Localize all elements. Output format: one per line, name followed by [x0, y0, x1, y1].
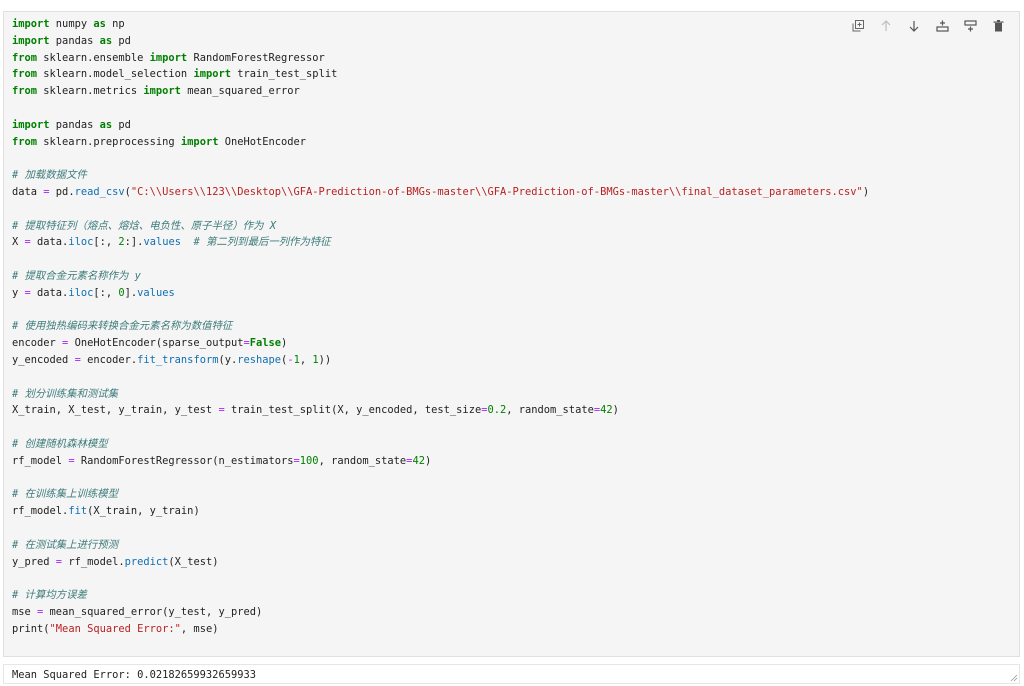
code-line: from sklearn.model_selection import trai…	[12, 68, 338, 81]
code-editor[interactable]: import numpy as np import pandas as pd f…	[12, 16, 869, 637]
code-line: # 提取合金元素名称作为 y	[12, 269, 141, 282]
move-down-icon[interactable]	[903, 16, 925, 36]
code-line: y = data.iloc[:, 0].values	[12, 286, 175, 299]
resize-grip-icon[interactable]	[1010, 674, 1018, 682]
code-line: # 计算均方误差	[12, 589, 87, 602]
code-line: # 提取特征列（熔点、熔焓、电负性、原子半径）作为 X	[12, 219, 277, 232]
code-line: encoder = OneHotEncoder(sparse_output=Fa…	[12, 337, 288, 350]
output-text: Mean Squared Error: 0.02182659932659933	[12, 669, 256, 681]
code-line: X_train, X_test, y_train, y_test = train…	[12, 404, 619, 417]
code-line: # 划分训练集和测试集	[12, 387, 119, 400]
insert-below-icon[interactable]	[959, 16, 981, 36]
code-line: from sklearn.ensemble import RandomFores…	[12, 51, 325, 64]
code-line: print("Mean Squared Error:", mse)	[12, 622, 219, 635]
code-line: import pandas as pd	[12, 118, 131, 131]
insert-above-icon[interactable]	[931, 16, 953, 36]
move-up-icon[interactable]	[875, 16, 897, 36]
code-line: from sklearn.metrics import mean_squared…	[12, 85, 300, 98]
code-line: # 在训练集上训练模型	[12, 488, 119, 501]
cell-output: Mean Squared Error: 0.02182659932659933	[3, 664, 1020, 684]
code-cell[interactable]: import numpy as np import pandas as pd f…	[3, 11, 1020, 657]
duplicate-cell-icon[interactable]	[847, 16, 869, 36]
code-line: y_pred = rf_model.predict(X_test)	[12, 555, 219, 568]
code-line: # 在测试集上进行预测	[12, 538, 119, 551]
code-line: y_encoded = encoder.fit_transform(y.resh…	[12, 353, 332, 366]
code-line: # 创建随机森林模型	[12, 437, 108, 450]
code-line: # 使用独热编码来转换合金元素名称为数值特征	[12, 320, 233, 333]
code-line: rf_model.fit(X_train, y_train)	[12, 505, 200, 518]
code-line: # 加载数据文件	[12, 169, 87, 182]
code-line: import numpy as np	[12, 18, 125, 30]
code-line: import pandas as pd	[12, 34, 131, 47]
code-line: X = data.iloc[:, 2:].values # 第二列到最后一列作为…	[12, 236, 331, 249]
code-line: rf_model = RandomForestRegressor(n_estim…	[12, 454, 432, 467]
delete-icon[interactable]	[987, 16, 1009, 36]
code-line: from sklearn.preprocessing import OneHot…	[12, 135, 307, 148]
code-line: data = pd.read_csv("C:\\Users\\123\\Desk…	[12, 185, 870, 198]
cell-toolbar	[847, 16, 1009, 36]
code-line: mse = mean_squared_error(y_test, y_pred)	[12, 605, 263, 618]
